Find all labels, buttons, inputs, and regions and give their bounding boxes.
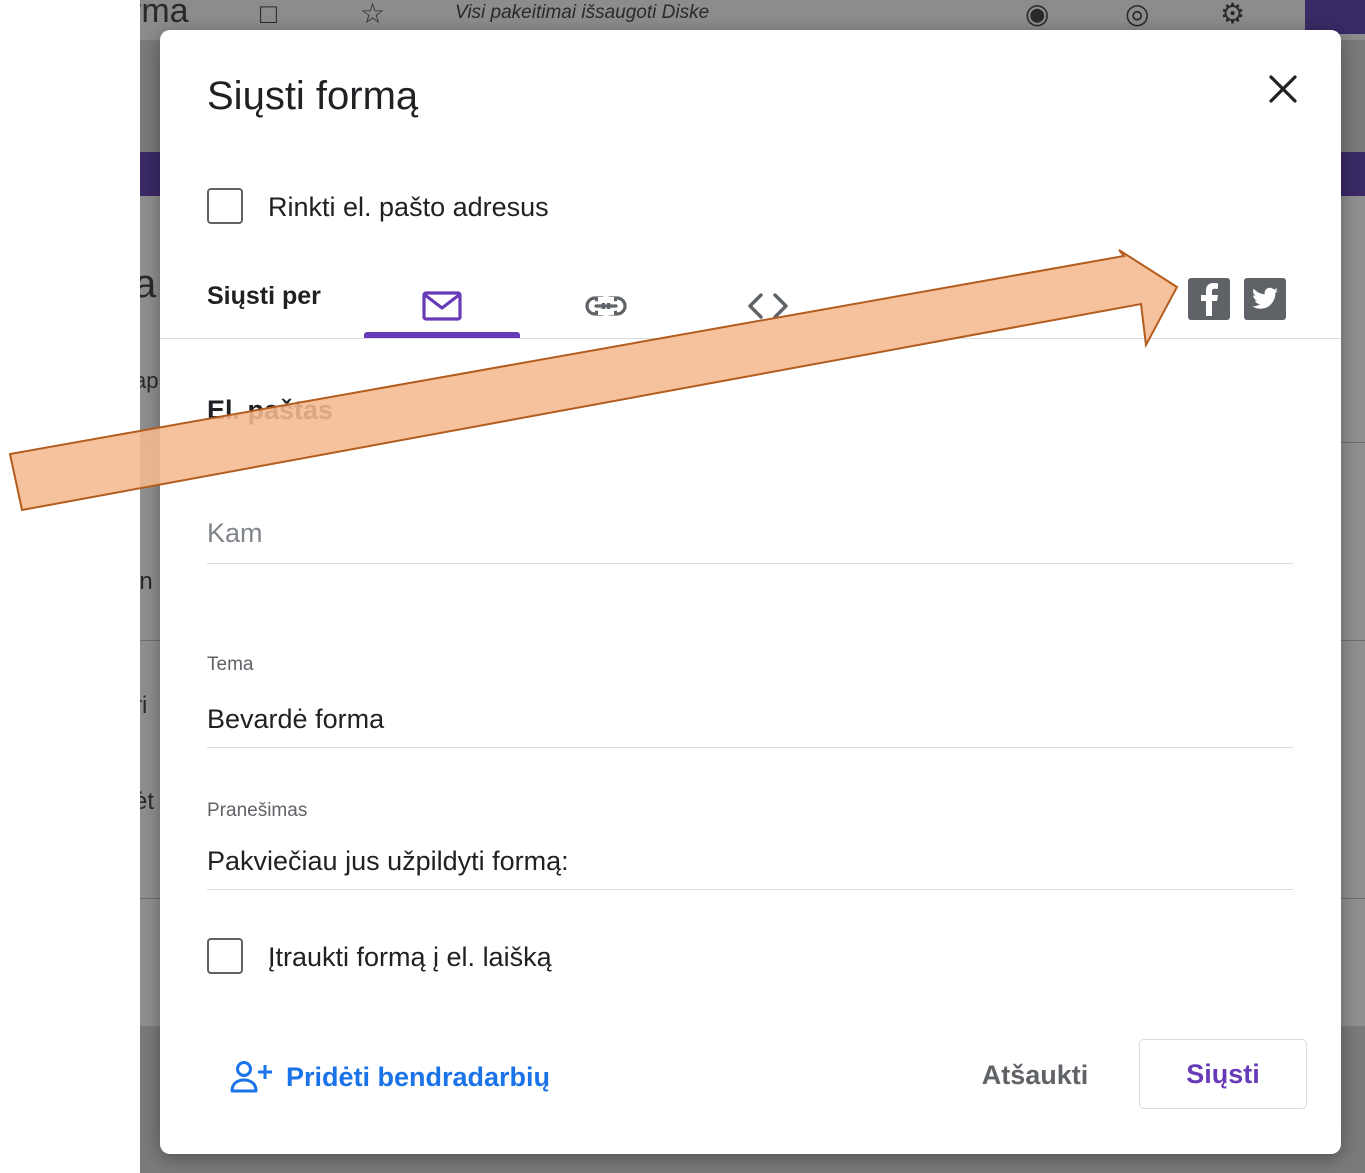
include-form-checkbox[interactable] [207,938,243,974]
close-icon [1269,75,1297,103]
tab-embed[interactable] [690,274,846,338]
to-input[interactable] [207,518,1293,549]
message-input[interactable] [207,846,1293,877]
subject-label: Tema [207,654,254,675]
star-icon: ☆ [360,0,386,29]
settings-icon: ⚙ [1220,0,1246,29]
facebook-icon [1201,283,1218,316]
send-form-dialog: Siųsti formą Rinkti el. pašto adresus Si… [160,30,1341,1154]
send-via-label: Siųsti per [207,282,321,310]
share-twitter-button[interactable] [1244,278,1286,320]
link-icon [585,296,627,316]
background-send-button [1305,0,1365,34]
background-text-fragment: a [140,262,157,306]
tab-link[interactable] [528,274,684,338]
twitter-icon [1252,287,1278,309]
cancel-button[interactable]: Atšaukti [960,1040,1110,1110]
collect-emails-label: Rinkti el. pašto adresus [268,192,549,222]
background-save-status: Visi pakeitimai išsaugoti Diske [455,2,710,23]
background-text-fragment: ap [140,368,159,393]
include-form-label: Įtraukti formą į el. laišką [268,942,552,972]
dialog-title: Siųsti formą [207,74,419,118]
background-text-fragment: ri [140,692,148,719]
add-collaborators-label: Pridėti bendradarbių [286,1061,551,1092]
background-doc-title: rma [140,0,189,30]
send-button[interactable]: Siųsti [1139,1039,1307,1109]
palette-icon: ◉ [1025,0,1050,29]
subject-input[interactable] [207,704,1293,735]
to-field [207,510,1293,564]
close-button[interactable] [1258,64,1308,114]
tabs-divider [160,338,1341,339]
background-text-fragment: ėt [140,788,155,815]
folder-icon: □ [260,0,277,29]
message-label: Pranešimas [207,800,308,821]
add-collaborators-button[interactable]: Pridėti bendradarbių [230,1060,550,1094]
collect-emails-checkbox[interactable] [207,188,243,224]
subject-field: Tema [207,652,1293,748]
section-heading: El. paštas [207,395,334,425]
share-facebook-button[interactable] [1188,278,1230,320]
email-icon [422,291,462,321]
background-text-fragment: in [140,568,153,595]
tab-email[interactable] [364,274,520,338]
add-person-icon [230,1061,272,1093]
embed-code-icon [748,293,788,319]
message-field: Pranešimas [207,798,1293,890]
preview-icon: ◎ [1125,0,1150,29]
